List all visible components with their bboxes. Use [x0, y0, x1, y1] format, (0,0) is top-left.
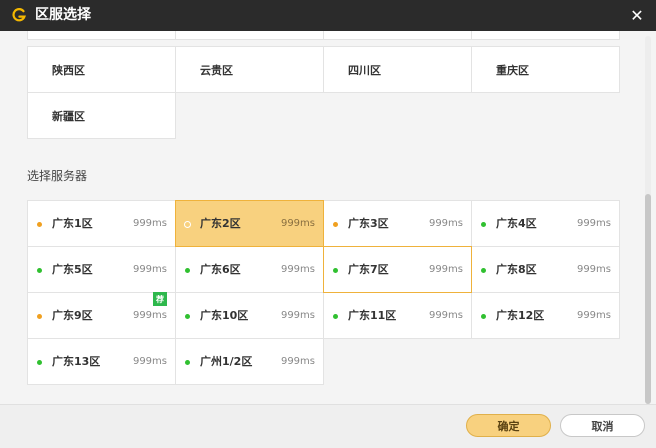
server-item-ping: 999ms	[132, 310, 167, 321]
server-grid: 广东1区 999ms 广东2区 999ms 广东3区 999ms 广东4区 999ms 广东5区…	[27, 200, 620, 385]
server-item-name: 广东9区	[52, 309, 93, 322]
region-item-label: 四川区	[348, 63, 381, 77]
region-item-label: 重庆区	[496, 63, 529, 77]
server-item-ping: 999ms	[280, 218, 315, 229]
status-dot-icon	[333, 268, 338, 273]
server-item-ping: 999ms	[576, 264, 611, 275]
title-bar: 区服选择 ✕	[0, 0, 656, 31]
server-item-ping: 999ms	[132, 356, 167, 367]
region-grid: 陕西区 云贵区 四川区 重庆区新疆区	[27, 46, 620, 139]
status-dot-icon	[184, 221, 191, 228]
server-item[interactable]: 广东3区 999ms	[323, 200, 472, 247]
status-dot-icon	[333, 222, 338, 227]
server-item-ping: 999ms	[132, 218, 167, 229]
cancel-button[interactable]: 取消	[560, 414, 645, 437]
scrollbar[interactable]	[645, 36, 651, 404]
status-dot-icon	[185, 314, 190, 319]
server-select-dialog: 区服选择 ✕ 陕西区 云贵区 四川区 重庆区 新疆区 选择服务器 广东1区 999ms 广东…	[0, 0, 656, 448]
server-item[interactable]: 广东7区 999ms	[323, 246, 472, 293]
region-item[interactable]: 四川区	[323, 46, 472, 93]
region-item-partial[interactable]	[175, 31, 324, 40]
recommend-badge: 荐	[153, 292, 167, 306]
server-item[interactable]: 广东5区 999ms	[27, 246, 176, 293]
status-dot-icon	[37, 222, 42, 227]
server-item-name: 广东11区	[348, 309, 397, 322]
region-item[interactable]: 新疆区	[27, 92, 176, 139]
status-dot-icon	[37, 360, 42, 365]
status-dot-icon	[481, 268, 486, 273]
server-item-name: 广东10区	[200, 309, 249, 322]
region-item[interactable]: 陕西区	[27, 46, 176, 93]
server-item-ping: 999ms	[576, 310, 611, 321]
region-item-label: 云贵区	[200, 63, 233, 77]
server-item[interactable]: 广东4区 999ms	[471, 200, 620, 247]
region-grid-previous-row	[27, 31, 620, 40]
server-item[interactable]: 广东10区 999ms	[175, 292, 324, 339]
server-item-name: 广东3区	[348, 217, 389, 230]
server-item-ping: 999ms	[280, 264, 315, 275]
server-item[interactable]: 广东6区 999ms	[175, 246, 324, 293]
region-item[interactable]: 云贵区	[175, 46, 324, 93]
server-item-name: 广东5区	[52, 263, 93, 276]
server-item[interactable]: 广东13区 999ms	[27, 338, 176, 385]
server-item[interactable]: 广东11区 999ms	[323, 292, 472, 339]
status-dot-icon	[481, 222, 486, 227]
server-item-ping: 999ms	[576, 218, 611, 229]
status-dot-icon	[185, 360, 190, 365]
server-item-ping: 999ms	[428, 310, 463, 321]
server-item-ping: 999ms	[132, 264, 167, 275]
region-item-label: 陕西区	[52, 63, 85, 77]
server-item-ping: 999ms	[280, 310, 315, 321]
server-item-name: 广东2区	[200, 217, 241, 230]
close-icon[interactable]: ✕	[626, 4, 648, 26]
server-item[interactable]: 广东9区 999ms 荐	[27, 292, 176, 339]
status-dot-icon	[481, 314, 486, 319]
confirm-button[interactable]: 确定	[466, 414, 551, 437]
server-item[interactable]: 广东2区 999ms	[175, 200, 324, 247]
status-dot-icon	[333, 314, 338, 319]
region-item-partial[interactable]	[471, 31, 620, 40]
region-item-partial[interactable]	[323, 31, 472, 40]
server-item[interactable]: 广东1区 999ms	[27, 200, 176, 247]
status-dot-icon	[185, 268, 190, 273]
status-dot-icon	[37, 268, 42, 273]
server-item-name: 广东6区	[200, 263, 241, 276]
scrollbar-thumb[interactable]	[645, 194, 651, 404]
server-item-name: 广东7区	[348, 263, 389, 276]
server-item[interactable]: 广州1/2区 999ms	[175, 338, 324, 385]
region-item[interactable]: 重庆区	[471, 46, 620, 93]
server-item-name: 广东1区	[52, 217, 93, 230]
server-item-name: 广东13区	[52, 355, 101, 368]
window-title: 区服选择	[35, 7, 91, 23]
server-item-ping: 999ms	[428, 218, 463, 229]
region-item-label: 新疆区	[52, 109, 85, 123]
server-item-ping: 999ms	[280, 356, 315, 367]
server-item[interactable]: 广东12区 999ms	[471, 292, 620, 339]
dialog-content: 陕西区 云贵区 四川区 重庆区新疆区 选择服务器 广东1区 999ms 广东2区 999ms…	[0, 31, 656, 404]
g-logo-icon	[12, 8, 26, 22]
dialog-footer: 确定 取消	[0, 404, 656, 448]
server-item[interactable]: 广东8区 999ms	[471, 246, 620, 293]
status-dot-icon	[37, 314, 42, 319]
server-item-name: 广东4区	[496, 217, 537, 230]
server-item-name: 广州1/2区	[200, 355, 253, 368]
server-section-label: 选择服务器	[27, 169, 88, 183]
server-item-name: 广东12区	[496, 309, 545, 322]
region-item-partial[interactable]	[27, 31, 176, 40]
server-item-ping: 999ms	[428, 264, 463, 275]
server-item-name: 广东8区	[496, 263, 537, 276]
